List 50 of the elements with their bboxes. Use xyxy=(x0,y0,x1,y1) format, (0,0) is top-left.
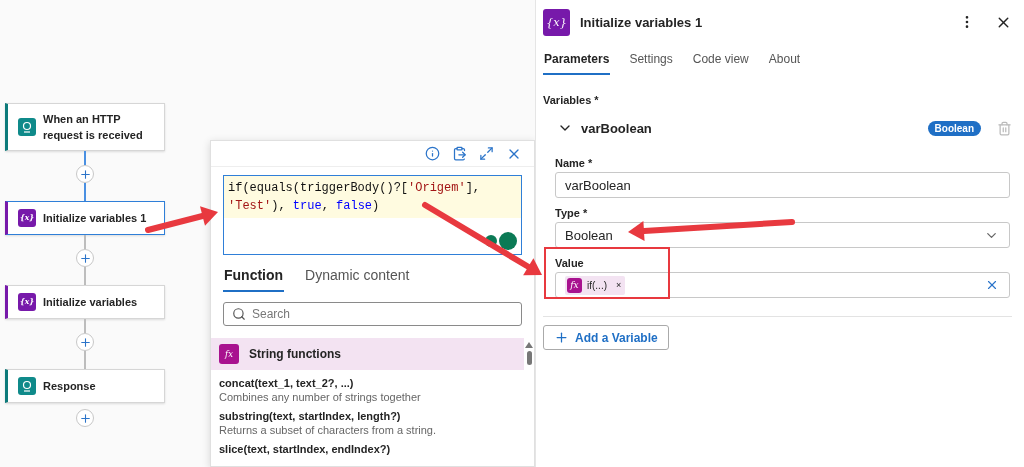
clipboard-icon[interactable] xyxy=(452,146,467,161)
plus-icon xyxy=(78,335,92,349)
plus-icon xyxy=(78,167,92,181)
type-badge: Boolean xyxy=(927,120,981,136)
code-line: if(equals(triggerBody()?['Origem'], xyxy=(228,180,482,197)
function-icon: fx xyxy=(219,344,239,364)
function-description: Combines any number of strings together xyxy=(219,391,422,403)
name-field[interactable]: varBoolean xyxy=(555,172,1010,198)
function-signature[interactable]: slice(text, startIndex, endIndex?) xyxy=(219,443,516,455)
expression-token[interactable]: fx if(...) × xyxy=(565,275,626,295)
add-step-button[interactable] xyxy=(76,249,94,267)
function-description: Returns a subset of characters from a string. xyxy=(219,424,438,436)
panel-tab[interactable]: Settings xyxy=(628,46,674,75)
panel-tab[interactable]: Code view xyxy=(691,46,750,75)
field-label: Name * xyxy=(555,157,593,169)
panel-title: Initialize variables 1 xyxy=(580,14,704,30)
function-signature[interactable]: concat(text_1, text_2?, ...) xyxy=(219,377,516,389)
editor-tab[interactable]: Function xyxy=(223,261,285,292)
function-icon: fx xyxy=(567,277,582,293)
add-step-button[interactable] xyxy=(76,333,94,351)
plus-icon xyxy=(554,330,569,345)
add-step-button[interactable] xyxy=(76,409,94,427)
value-field[interactable]: fx if(...) × xyxy=(555,272,1010,298)
plus-icon xyxy=(78,411,92,425)
clear-icon[interactable] xyxy=(985,278,999,292)
section-label: Variables * xyxy=(543,94,600,106)
step-title: Initialize variables xyxy=(43,295,138,310)
field-label: Value xyxy=(555,257,584,269)
search-field[interactable]: Search xyxy=(223,302,522,326)
add-variable-button[interactable]: Add a Variable xyxy=(543,325,669,350)
code-line: 'Test'), true, false) xyxy=(228,198,381,215)
category-header[interactable]: fx String functions xyxy=(211,338,524,370)
expand-icon[interactable] xyxy=(479,146,494,161)
variable-name[interactable]: varBoolean xyxy=(581,120,920,136)
flow-step-card[interactable]: When an HTTP request is received xyxy=(5,103,165,151)
panel-tab[interactable]: Parameters xyxy=(543,46,611,75)
info-icon[interactable] xyxy=(425,146,440,161)
category-title: String functions xyxy=(249,347,341,361)
plus-icon xyxy=(78,251,92,265)
variable-icon: {x} xyxy=(543,8,570,36)
step-title: When an HTTP request is received xyxy=(43,112,144,143)
step-title: Response xyxy=(43,379,96,394)
step-title: Initialize variables 1 xyxy=(43,211,147,226)
flow-step-card[interactable]: Response xyxy=(5,369,165,403)
panel-tab[interactable]: About xyxy=(767,46,802,75)
editor-tab[interactable]: Dynamic content xyxy=(304,261,411,292)
search-icon xyxy=(232,307,246,321)
function-signature[interactable]: substring(text, startIndex, length?) xyxy=(219,410,516,422)
add-step-button[interactable] xyxy=(76,165,94,183)
field-label: Type * xyxy=(555,207,588,219)
